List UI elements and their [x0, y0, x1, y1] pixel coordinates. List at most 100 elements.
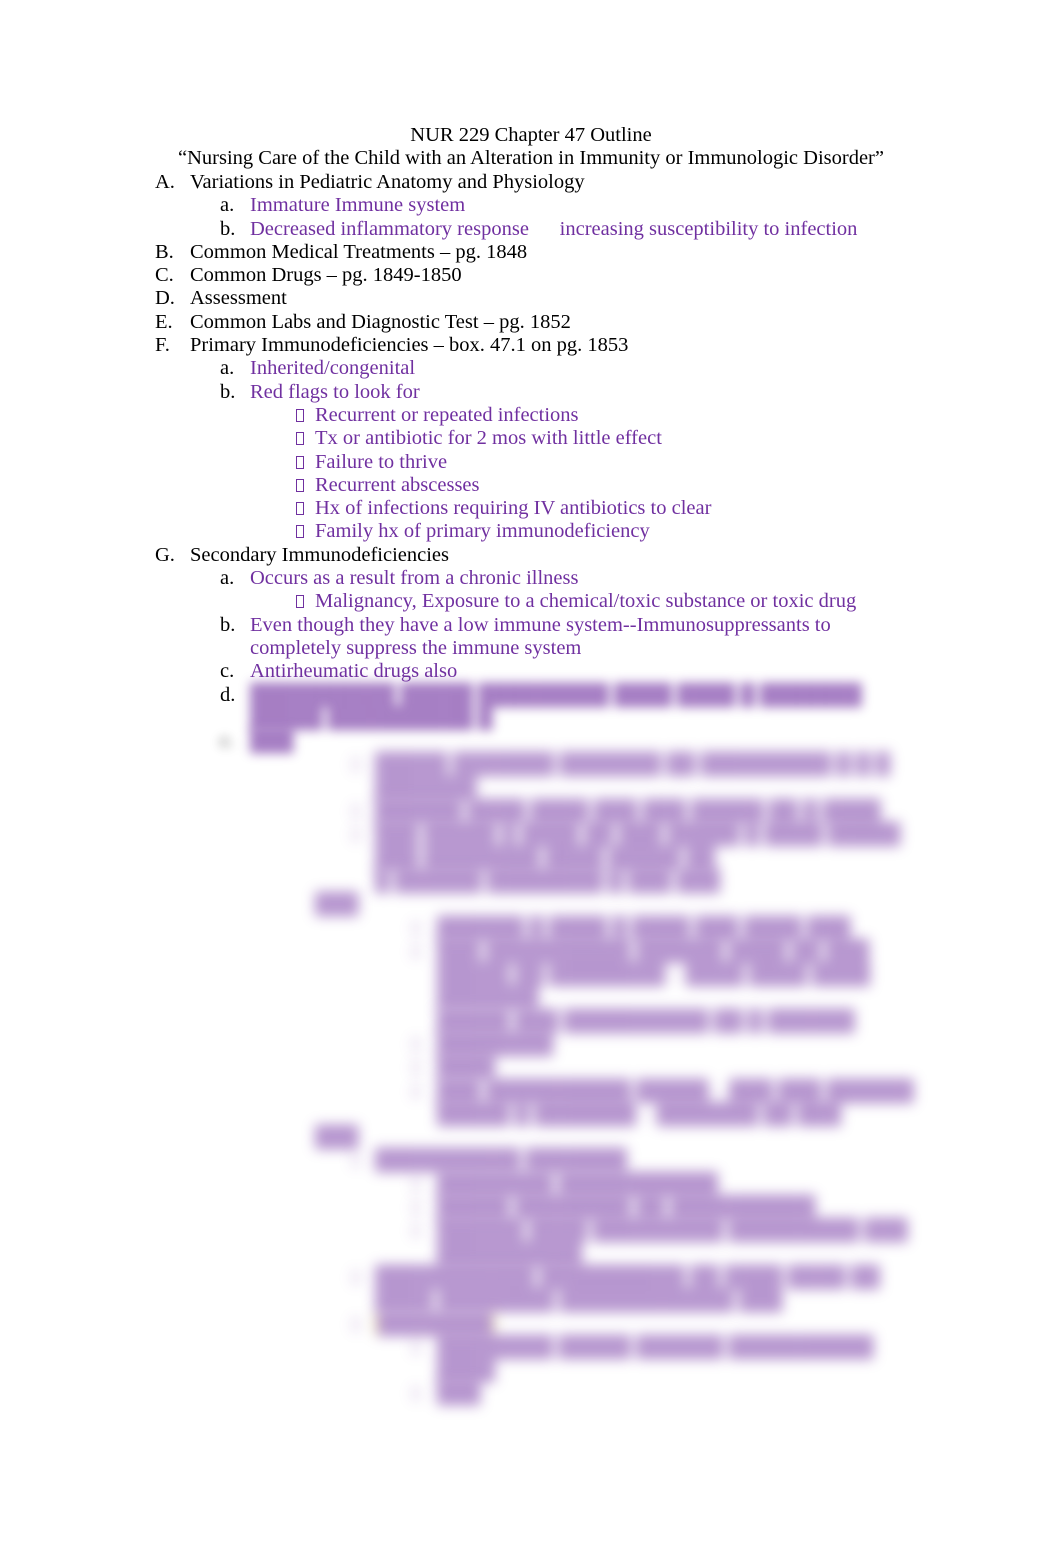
- outline-item-b: B. Common Medical Treatments – pg. 1848: [0, 241, 1062, 264]
- redacted-text: █ ██████ ████████ █ ███ ███: [375, 869, 721, 892]
- outline-item-text: Common Medical Treatments – pg. 1848: [190, 240, 528, 263]
- missing-glyph-box-icon: [296, 427, 304, 450]
- outline-item-text: Failure to thrive: [315, 450, 448, 473]
- redacted-row-6: ███ ██████████ ██████ ████ ██ ███ █████ …: [0, 940, 1062, 1010]
- missing-glyph-box-icon: [412, 940, 420, 963]
- redacted-row-9: ████: [0, 1056, 1062, 1079]
- outline-item-f-a: a. Inherited/congenital: [0, 357, 1062, 380]
- highlighted-text: ████████: [375, 1312, 920, 1336]
- list-marker: E.: [155, 310, 173, 333]
- document-subtitle: “Nursing Care of the Child with an Alter…: [178, 147, 884, 169]
- outline-item-a: A. Variations in Pediatric Anatomy and P…: [0, 171, 1062, 194]
- outline-bullet-f-b-6: Family hx of primary immunodeficiency: [0, 520, 1062, 543]
- redacted-text: █████ ███ ██████████ ██ █ ██████: [437, 1009, 855, 1032]
- outline-item-c: C. Common Drugs – pg. 1849-1850: [0, 264, 1062, 287]
- redacted-row-12: ████████ ███████████: [0, 1173, 1062, 1196]
- missing-glyph-box-icon: [296, 451, 304, 474]
- outline-item-text: Common Labs and Diagnostic Test – pg. 18…: [190, 310, 571, 333]
- redacted-text: ██████ ████ █████████ █████████ ███ ████…: [437, 1219, 908, 1265]
- missing-glyph-box-icon: [352, 1266, 360, 1289]
- outline-bullet-f-b-1: Recurrent or repeated infections: [0, 404, 1062, 427]
- outline-item-text: Malignancy, Exposure to a chemical/toxic…: [315, 590, 857, 613]
- outline-item-text: Hx of infections requiring IV antibiotic…: [315, 497, 712, 520]
- missing-glyph-box-icon: [296, 404, 304, 427]
- list-marker: G.: [155, 543, 175, 566]
- redacted-text: ██████████ ███████: [375, 1149, 628, 1172]
- missing-glyph-box-icon: [352, 823, 360, 846]
- redacted-text: ████: [437, 1056, 496, 1079]
- outline-list: A. Variations in Pediatric Anatomy and P…: [0, 171, 1062, 1406]
- outline-item-f-b: b. Red flags to look for: [0, 381, 1062, 404]
- redacted-text: ███████████ ██████████ ██ ████ ████ ██ █…: [375, 1265, 880, 1312]
- redacted-row-10: ███ ██████████ █████ – ███ ███ ██████: [0, 1080, 1062, 1103]
- missing-glyph-box-icon: [412, 1219, 420, 1242]
- missing-glyph-box-icon: [352, 1149, 360, 1172]
- outline-item-g-d: d. ██████████ █████ █████████ ████ ████ …: [0, 684, 1062, 731]
- outline-item-g-b: b. Even though they have a low immune sy…: [0, 614, 1062, 661]
- outline-item-text: Tx or antibiotic for 2 mos with little e…: [315, 427, 662, 450]
- yellow-highlight: ████████: [375, 1312, 496, 1335]
- outline-item-g-a: a. Occurs as a result from a chronic ill…: [0, 567, 1062, 590]
- outline-item-text: Occurs as a result from a chronic illnes…: [250, 567, 579, 590]
- redacted-text: ███: [437, 1382, 481, 1405]
- missing-glyph-box-icon: [412, 1080, 420, 1103]
- missing-glyph-box-icon: [352, 1313, 360, 1336]
- list-marker: b.: [220, 217, 236, 240]
- redacted-text: ███: [250, 730, 294, 753]
- outline-item-text: Immature Immune system: [250, 194, 466, 217]
- redacted-row-2: ██████ ████ ████ ███ ███ █████ ██ █ ████: [0, 800, 1062, 823]
- outline-item-g-c: c. Antirheumatic drugs also: [0, 660, 1062, 683]
- redacted-text: ██████ █ ████ █ ████ ███ ████ ███: [437, 916, 851, 939]
- list-marker: c.: [220, 660, 235, 683]
- list-marker: A.: [155, 171, 175, 193]
- redacted-row-13: █████ ████████ ██ ██████████: [0, 1196, 1062, 1219]
- missing-glyph-box-icon: [296, 497, 304, 520]
- list-marker: D.: [155, 287, 175, 310]
- redacted-text: ████████: [437, 1032, 554, 1055]
- missing-glyph-box-icon: [412, 1196, 420, 1219]
- outline-item-text: Red flags to look for: [250, 380, 420, 403]
- list-marker: b.: [220, 613, 236, 636]
- redacted-text: █████ ███████ ███████ ██ █████████ █ █ █…: [375, 753, 891, 799]
- list-marker: F.: [155, 334, 170, 357]
- missing-glyph-box-icon: [352, 753, 360, 776]
- redacted-row-15: ███████████ ██████████ ██ ████ ████ ██ █…: [0, 1266, 1062, 1313]
- outline-bullet-g-a-1: Malignancy, Exposure to a chemical/toxic…: [0, 590, 1062, 613]
- redacted-row-1: █████ ███████ ███████ ██ █████████ █ █ █…: [0, 753, 1062, 800]
- redacted-marker-row-1: ███: [0, 893, 1062, 916]
- redacted-text: █████ █ ███████ – ███████ ██ ███: [437, 1102, 842, 1125]
- redacted-text: ██████████ █████ █████████ ████ ████ █ █…: [250, 683, 862, 729]
- list-marker: b.: [220, 380, 236, 403]
- outline-item-text: Decreased inflammatory response increasi…: [250, 217, 858, 240]
- redacted-text: ████████ ███████████: [437, 1172, 719, 1195]
- outline-item-text: Recurrent or repeated infections: [315, 403, 579, 426]
- missing-glyph-box-icon: [412, 1033, 420, 1056]
- missing-glyph-box-icon: [412, 1173, 420, 1196]
- outline-item-a-b: b. Decreased inflammatory response incre…: [0, 218, 1062, 241]
- outline-item-text: Recurrent abscesses: [315, 473, 480, 496]
- outline-item-text: Even though they have a low immune syste…: [250, 613, 831, 659]
- outline-item-text: Secondary Immunodeficiencies: [190, 543, 450, 566]
- outline-item-g-e: e. ███: [0, 730, 1062, 753]
- redacted-row-5: ██████ █ ████ █ ████ ███ ████ ███: [0, 917, 1062, 940]
- list-marker: B.: [155, 240, 174, 263]
- outline-item-text: Assessment: [190, 287, 287, 310]
- redacted-text: ██████ ████ ████ ███ ███ █████ ██ █ ████: [375, 800, 881, 823]
- redacted-row-16: ████████ █████ ██████ ██████████ ████: [0, 1336, 1062, 1383]
- outline-bullet-f-b-2: Tx or antibiotic for 2 mos with little e…: [0, 427, 1062, 450]
- outline-item-f: F. Primary Immunodeficiencies – box. 47.…: [0, 334, 1062, 357]
- outline-item-text: Antirheumatic drugs also: [250, 660, 458, 683]
- redacted-row-14: ██████ ████ █████████ █████████ ███ ████…: [0, 1219, 1062, 1266]
- redacted-text: ███: [315, 893, 359, 916]
- document-page: NUR 229 Chapter 47 Outline “Nursing Care…: [0, 0, 1062, 1561]
- redacted-marker-row-2: ███: [0, 1126, 1062, 1149]
- outline-item-text: Variations in Pediatric Anatomy and Phys…: [190, 171, 585, 193]
- missing-glyph-box-icon: [412, 917, 420, 940]
- document-title: NUR 229 Chapter 47 Outline: [410, 124, 652, 146]
- outline-item-text: Primary Immunodeficiencies – box. 47.1 o…: [190, 334, 629, 357]
- list-marker: a.: [220, 567, 235, 590]
- redacted-heading-row: ██████████ ███████: [0, 1149, 1062, 1172]
- list-marker: a.: [220, 357, 235, 380]
- outline-bullet-f-b-5: Hx of infections requiring IV antibiotic…: [0, 497, 1062, 520]
- list-marker: C.: [155, 264, 174, 287]
